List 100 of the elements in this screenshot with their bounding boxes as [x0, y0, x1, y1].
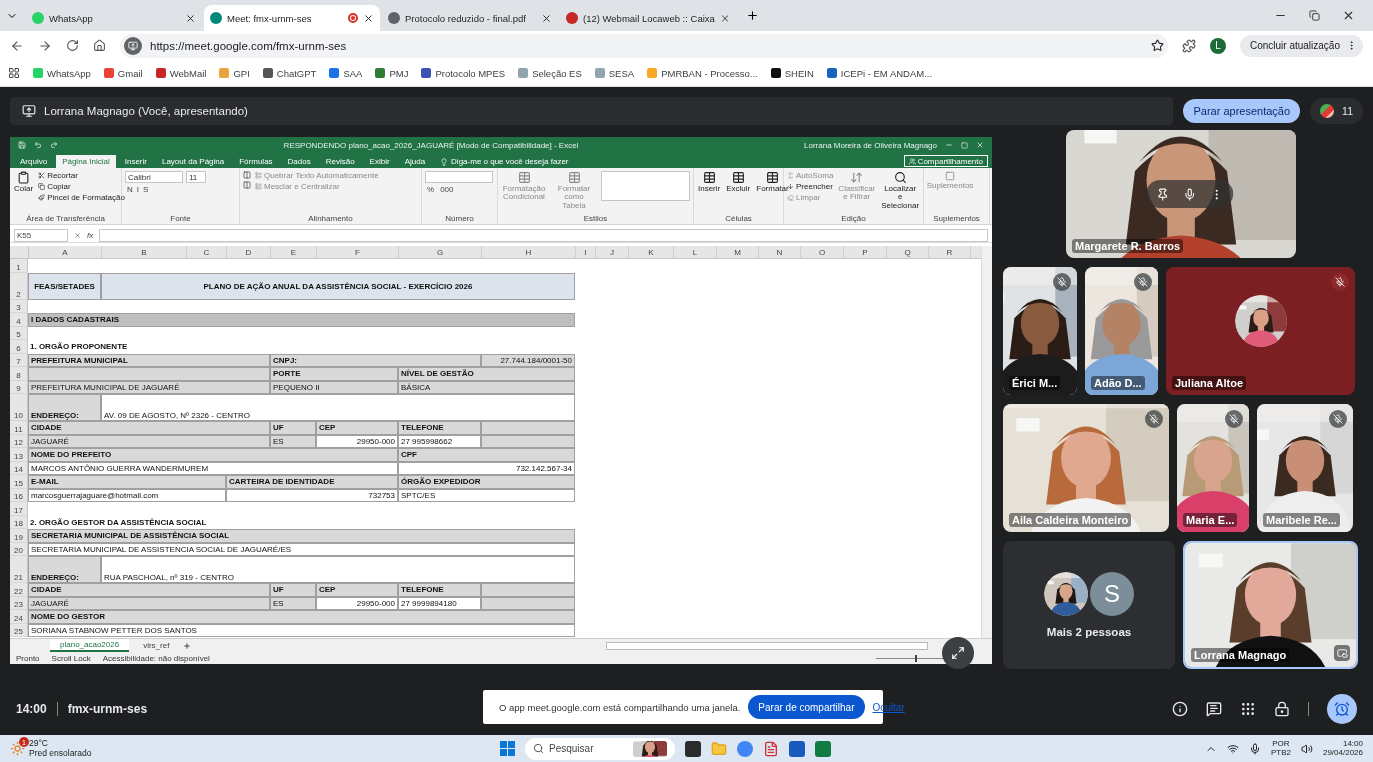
- font-size-field[interactable]: 11: [186, 171, 206, 183]
- format-button[interactable]: S: [141, 185, 151, 194]
- ribbon-tab[interactable]: Layout da Página: [155, 155, 231, 168]
- column-header[interactable]: F: [317, 246, 399, 258]
- column-header[interactable]: R: [929, 246, 971, 258]
- font-name-field[interactable]: Calibri: [125, 171, 183, 183]
- column-header[interactable]: A: [29, 246, 102, 258]
- update-button[interactable]: Concluir atualização: [1239, 34, 1363, 57]
- ribbon-button[interactable]: Recortar: [38, 171, 125, 180]
- home-icon[interactable]: [93, 39, 106, 52]
- bookmark-link[interactable]: SHEIN: [770, 67, 814, 79]
- extensions-icon[interactable]: [1181, 38, 1196, 53]
- column-header[interactable]: P: [844, 246, 887, 258]
- taskbar-search-field[interactable]: Pesquisar: [525, 737, 675, 760]
- volume-icon[interactable]: [1300, 742, 1313, 755]
- language-indicator[interactable]: POR PTB2: [1270, 739, 1291, 758]
- column-header[interactable]: H: [482, 246, 576, 258]
- row-number[interactable]: 13: [10, 448, 28, 462]
- ribbon-tab[interactable]: Revisão: [319, 155, 361, 168]
- browser-tab[interactable]: WhatsApp: [26, 5, 202, 31]
- column-header[interactable]: Q: [887, 246, 929, 258]
- participants-button[interactable]: 11: [1310, 98, 1363, 124]
- ribbon-button[interactable]: Localizar e Selecionar: [880, 171, 921, 211]
- format-button[interactable]: %: [425, 185, 437, 194]
- timer-button[interactable]: [1327, 694, 1357, 724]
- maximize-icon[interactable]: [961, 141, 968, 149]
- browser-tab[interactable]: Meet: fmx-urnm-ses: [204, 5, 380, 31]
- profile-avatar[interactable]: L: [1209, 37, 1226, 54]
- row-number[interactable]: 11: [10, 421, 28, 435]
- tell-me-field[interactable]: Diga-me o que você deseja fazer: [451, 157, 569, 166]
- row-number[interactable]: 10: [10, 394, 28, 421]
- more-people-tile[interactable]: S Mais 2 pessoas: [1003, 541, 1175, 669]
- bookmark-link[interactable]: WebMail: [155, 67, 207, 79]
- ribbon-tab[interactable]: Arquivo: [14, 155, 54, 168]
- function-label[interactable]: fx: [87, 230, 94, 240]
- ribbon-tab[interactable]: Página Inicial: [56, 155, 116, 168]
- ribbon-tab[interactable]: Fórmulas: [233, 155, 279, 168]
- ribbon-tab[interactable]: Inserir: [118, 155, 153, 168]
- bookmark-link[interactable]: Protocolo MPES: [421, 67, 506, 79]
- task-view-icon[interactable]: [685, 740, 701, 757]
- pin-icon[interactable]: [1156, 187, 1170, 201]
- browser-tab[interactable]: (12) Webmail Locaweb :: Caixa: [560, 5, 736, 31]
- ribbon-tab[interactable]: Ajuda: [398, 155, 432, 168]
- close-icon[interactable]: [541, 12, 552, 24]
- bookmark-link[interactable]: Seleção ES: [518, 67, 582, 79]
- row-number[interactable]: 21: [10, 556, 28, 583]
- bookmark-link[interactable]: ICEPi - EM ANDAM...: [826, 67, 933, 79]
- row-number[interactable]: 1: [10, 259, 28, 273]
- bookmark-link[interactable]: PMRBAN - Processo...: [647, 67, 758, 79]
- bookmark-link[interactable]: SESA: [594, 67, 635, 79]
- formula-field[interactable]: [99, 228, 988, 242]
- column-header[interactable]: J: [596, 246, 629, 258]
- row-number[interactable]: 6: [10, 340, 28, 354]
- bookmark-link[interactable]: GPI: [219, 67, 250, 79]
- format-button[interactable]: 000: [438, 185, 456, 194]
- column-header[interactable]: M: [717, 246, 759, 258]
- mic-icon[interactable]: [1248, 742, 1261, 755]
- column-header[interactable]: N: [759, 246, 801, 258]
- spreadsheet-icon[interactable]: [815, 740, 831, 757]
- address-bar[interactable]: https://meet.google.com/fmx-urnm-ses: [120, 33, 1168, 58]
- format-button[interactable]: N: [125, 185, 135, 194]
- ribbon-button[interactable]: Formatar: [755, 171, 790, 194]
- reload-icon[interactable]: [66, 39, 79, 52]
- column-header[interactable]: C: [187, 246, 227, 258]
- ribbon-button[interactable]: Colar: [13, 171, 35, 194]
- info-icon[interactable]: [1172, 701, 1188, 717]
- close-icon[interactable]: [1342, 9, 1355, 22]
- column-header[interactable]: O: [801, 246, 844, 258]
- forward-icon[interactable]: [38, 38, 52, 53]
- stop-presenting-button[interactable]: Parar apresentação: [1183, 99, 1301, 123]
- ribbon-button[interactable]: Pincel de Formatação: [38, 193, 125, 202]
- close-icon[interactable]: [185, 12, 196, 24]
- browser-icon[interactable]: [737, 740, 753, 757]
- apps-icon[interactable]: [8, 67, 20, 79]
- chat-icon[interactable]: [1206, 701, 1222, 717]
- column-header[interactable]: E: [271, 246, 317, 258]
- pdf-icon[interactable]: [763, 740, 779, 757]
- ribbon-tab[interactable]: Dados: [281, 155, 317, 168]
- sheet-tab[interactable]: vlrs_ref: [133, 639, 180, 652]
- picture-in-picture-button[interactable]: [1334, 645, 1350, 661]
- save-icon[interactable]: [18, 141, 26, 149]
- ribbon-button[interactable]: Excluir: [725, 171, 752, 194]
- column-header[interactable]: K: [629, 246, 674, 258]
- bookmark-link[interactable]: SAA: [329, 67, 363, 79]
- row-number[interactable]: 24: [10, 610, 28, 624]
- zoom-thumb[interactable]: [914, 654, 917, 662]
- row-number[interactable]: 15: [10, 475, 28, 489]
- sheet-tab[interactable]: plano_acao2026: [50, 639, 130, 652]
- browser-tab[interactable]: Protocolo reduzido - final.pdf: [382, 5, 558, 31]
- bookmark-link[interactable]: PMJ: [375, 67, 409, 79]
- word-icon[interactable]: [789, 740, 805, 757]
- column-header[interactable]: B: [102, 246, 187, 258]
- name-box[interactable]: K55: [14, 228, 68, 242]
- ribbon-button[interactable]: Inserir: [697, 171, 722, 194]
- add-sheet-icon[interactable]: [183, 641, 192, 650]
- column-header[interactable]: L: [674, 246, 717, 258]
- network-icon[interactable]: [1226, 742, 1239, 755]
- format-button[interactable]: I: [134, 185, 141, 194]
- activities-icon[interactable]: [1240, 701, 1256, 717]
- number-format-field[interactable]: [425, 171, 493, 183]
